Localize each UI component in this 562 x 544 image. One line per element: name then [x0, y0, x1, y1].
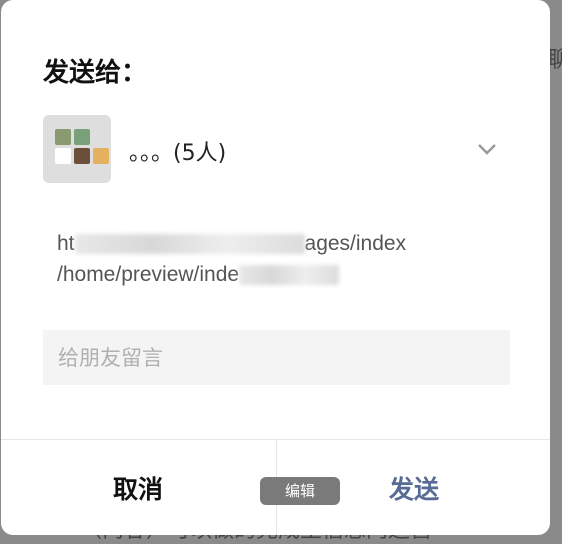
link-line-2-text: /home/preview/inde	[57, 263, 240, 286]
group-avatar	[43, 115, 111, 183]
link-line-2: /home/preview/inde	[57, 259, 477, 290]
redacted-segment	[74, 234, 305, 255]
message-input[interactable]	[43, 330, 510, 385]
background-right-glyph: 聊	[548, 48, 562, 73]
chevron-down-icon[interactable]	[475, 137, 499, 161]
member-avatar	[74, 129, 90, 145]
member-avatar	[55, 148, 71, 164]
shared-link: ht ages/index /home/preview/inde	[57, 228, 477, 290]
dialog-title: 发送给：	[43, 58, 148, 88]
cancel-button[interactable]: 取消	[1, 440, 275, 535]
share-dialog: 发送给： 。。。(5人) ht ages/index /home/preview/…	[1, 0, 550, 535]
link-line-1: ht ages/index	[57, 228, 477, 259]
member-avatar	[55, 129, 71, 145]
recipient-row[interactable]: 。。。(5人)	[43, 115, 509, 185]
member-avatar	[74, 148, 90, 164]
redacted-segment	[239, 265, 340, 286]
group-name: 。。。(5人)	[129, 141, 227, 166]
member-avatar	[93, 148, 109, 164]
link-start: ht	[57, 232, 75, 255]
edit-badge[interactable]: 编辑	[260, 477, 340, 505]
link-end: ages/index	[304, 232, 407, 255]
